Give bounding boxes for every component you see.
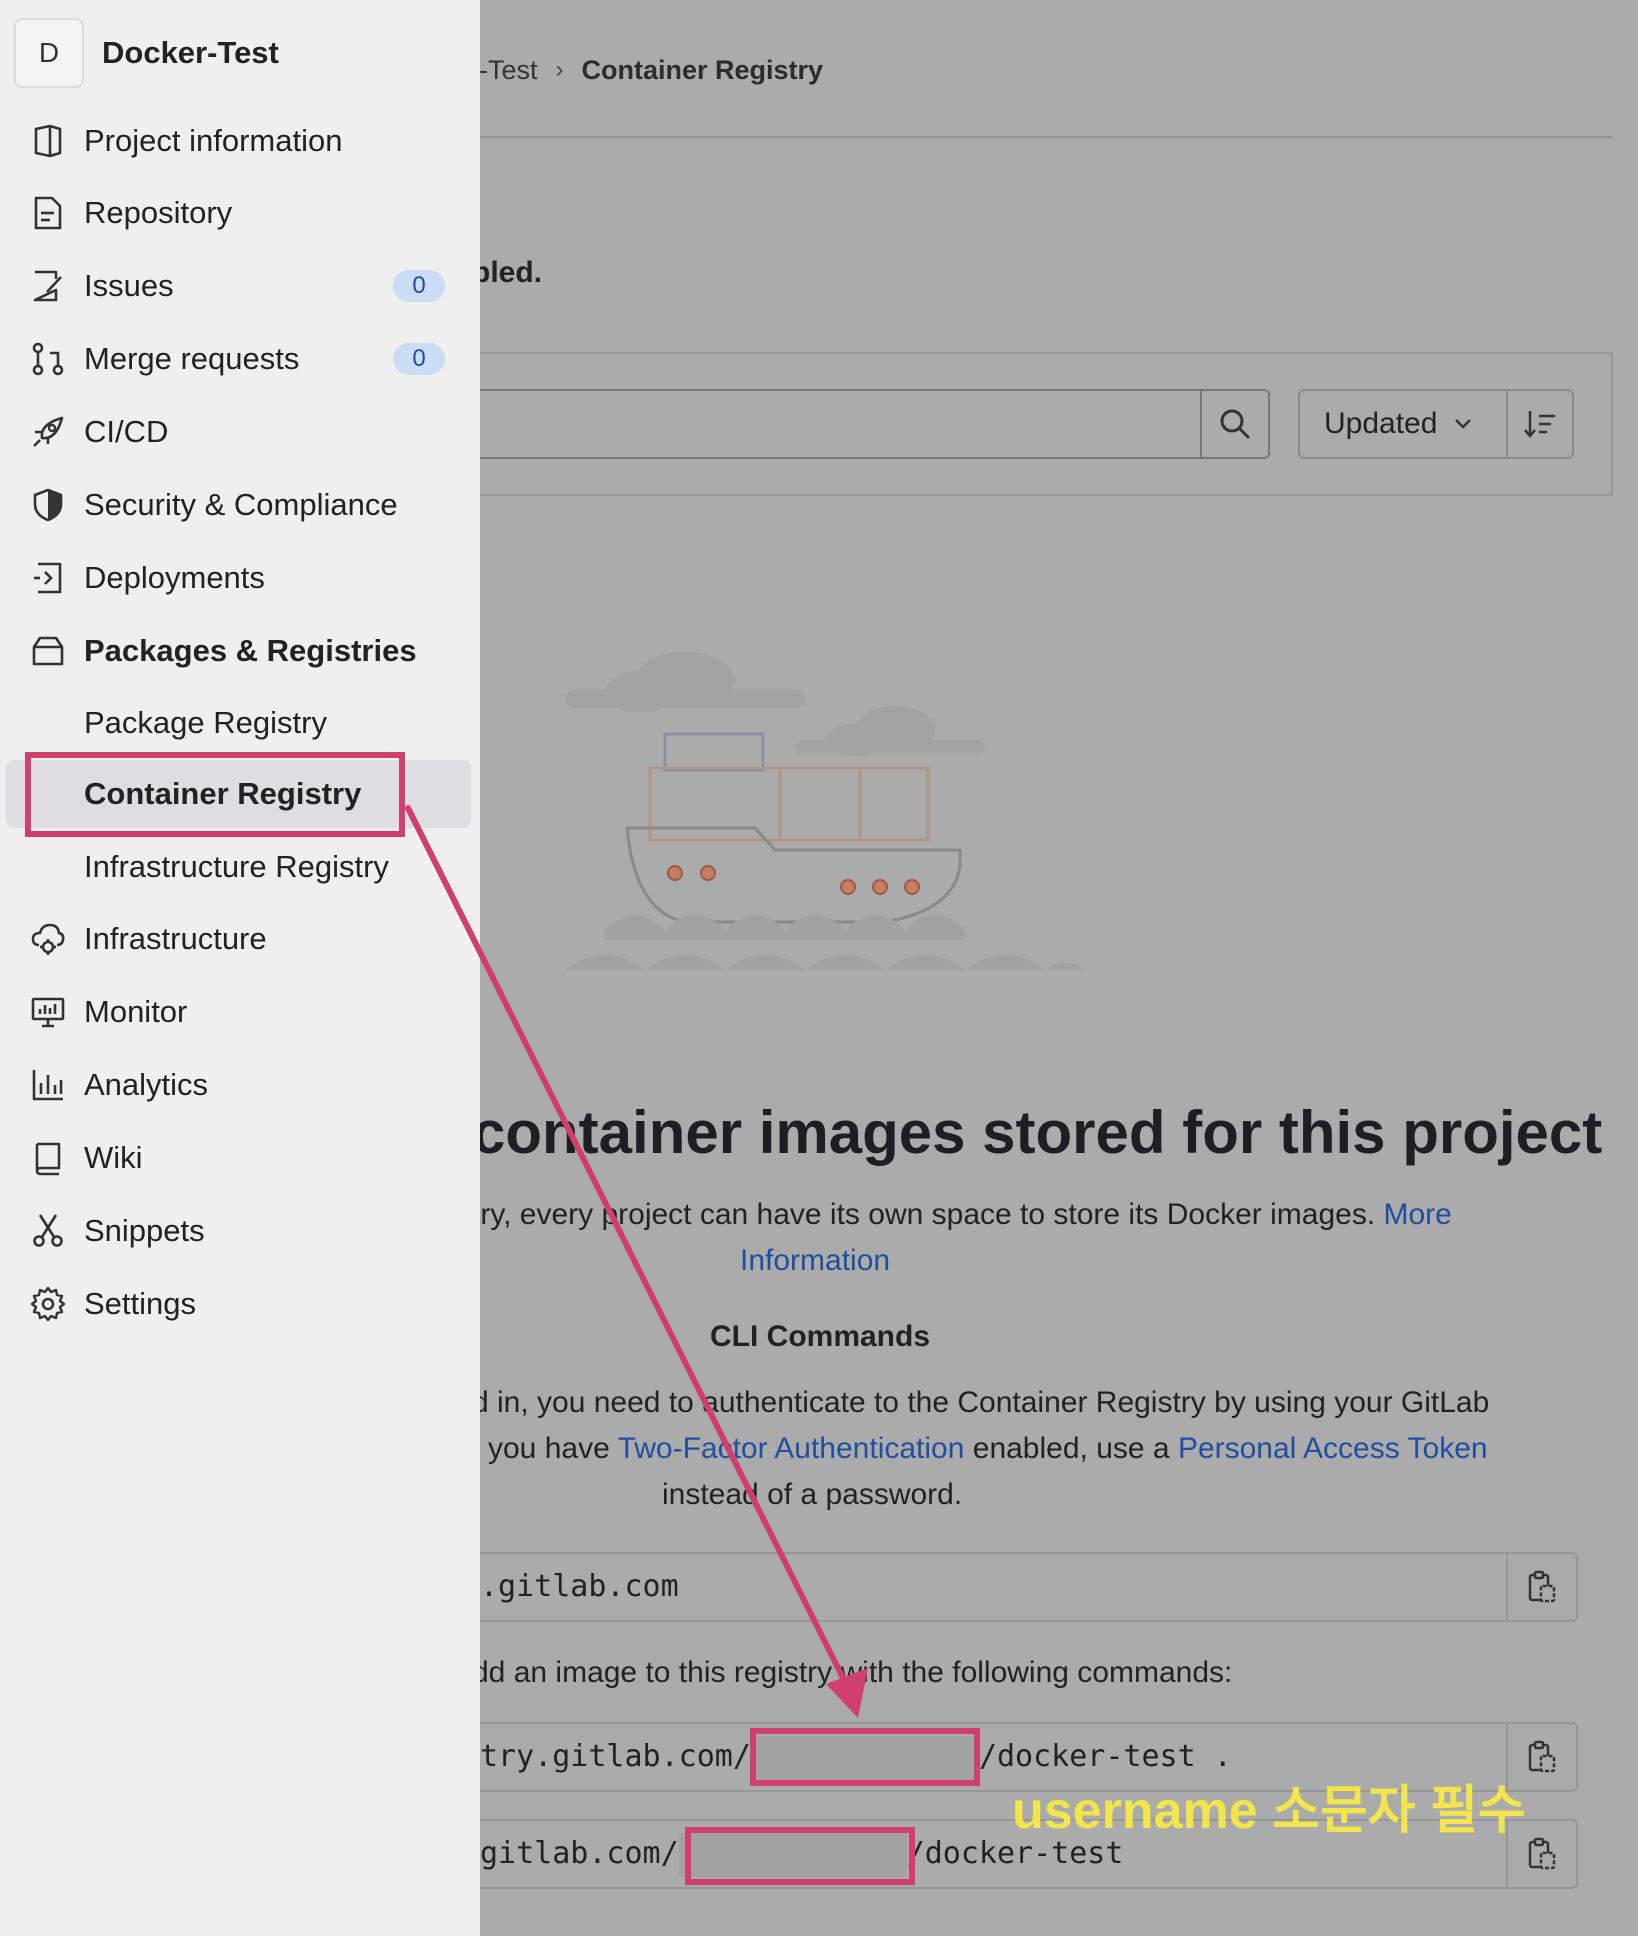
package-icon xyxy=(32,636,64,666)
more-information-link[interactable]: More xyxy=(1383,1198,1451,1231)
sidebar-item-package-registry[interactable]: Package Registry xyxy=(0,693,480,753)
search-icon xyxy=(1220,409,1250,439)
project-info-icon xyxy=(34,124,62,158)
auth-description-line2: you have Two-Factor Authentication enabl… xyxy=(488,1432,1488,1466)
cloud-gear-icon xyxy=(31,923,65,955)
login-command-field[interactable]: .gitlab.com xyxy=(480,1552,1578,1622)
merge-request-icon xyxy=(32,342,64,376)
sidebar-item-label: Package Registry xyxy=(84,705,327,740)
sidebar-item-infrastructure-registry[interactable]: Infrastructure Registry xyxy=(0,837,480,897)
chevron-down-icon xyxy=(1455,419,1472,429)
search-input[interactable] xyxy=(480,389,1202,459)
sidebar-item-label: Project information xyxy=(84,123,343,158)
description-text: try, every project can have its own spac… xyxy=(480,1198,1384,1231)
annotation-highlight-container-registry xyxy=(25,752,405,837)
sidebar-item-label: Analytics xyxy=(84,1067,209,1102)
login-command-text: .gitlab.com xyxy=(480,1569,679,1604)
sidebar-item-label: Wiki xyxy=(84,1140,143,1175)
sidebar-item-merge-requests[interactable]: Merge requests 0 xyxy=(0,329,480,389)
deployments-icon xyxy=(34,562,62,594)
sort-dropdown[interactable]: Updated xyxy=(1298,389,1508,459)
sidebar-item-label: Infrastructure xyxy=(84,921,267,956)
copy-login-command-button[interactable] xyxy=(1506,1552,1576,1622)
breadcrumb: r-Test › Container Registry xyxy=(480,50,823,90)
sidebar-item-label: Infrastructure Registry xyxy=(84,849,389,884)
copy-to-clipboard-icon xyxy=(1528,1837,1556,1870)
book-icon xyxy=(35,1142,61,1176)
sidebar-item-label: Deployments xyxy=(84,560,265,595)
breadcrumb-current: Container Registry xyxy=(581,54,824,85)
sidebar-item-snippets[interactable]: Snippets xyxy=(0,1201,480,1261)
sidebar-item-label: Snippets xyxy=(84,1213,205,1248)
auth-description-line1: d in, you need to authenticate to the Co… xyxy=(480,1386,1490,1419)
sidebar-item-label: Settings xyxy=(84,1286,197,1321)
merge-requests-count-badge: 0 xyxy=(393,343,445,375)
sidebar-item-settings[interactable]: Settings xyxy=(0,1274,480,1334)
auth-text-mid: enabled, use a xyxy=(964,1432,1178,1465)
registry-notice: bled. xyxy=(480,256,543,289)
scissors-icon xyxy=(33,1214,63,1247)
copy-to-clipboard-icon xyxy=(1528,1740,1556,1773)
auth-description-line3: instead of a password. xyxy=(662,1478,963,1511)
more-information-link-line2[interactable]: Information xyxy=(740,1244,890,1278)
sidebar-item-issues[interactable]: Issues 0 xyxy=(0,256,480,316)
rocket-icon xyxy=(33,416,64,447)
sidebar-item-label: Merge requests xyxy=(84,341,300,376)
sort-direction-button[interactable] xyxy=(1506,389,1574,459)
project-header[interactable]: D Docker-Test xyxy=(14,18,279,88)
cli-commands-title: CLI Commands xyxy=(710,1320,931,1353)
sort-lowest-icon xyxy=(1524,411,1555,438)
issues-icon xyxy=(33,270,62,302)
sidebar-item-label: Packages & Registries xyxy=(84,633,417,668)
main-content: r-Test › Container Registry bled. Update… xyxy=(480,0,1638,1936)
search-button[interactable] xyxy=(1200,389,1270,459)
breadcrumb-project-link[interactable]: r-Test xyxy=(480,55,538,86)
project-avatar: D xyxy=(14,18,84,88)
sidebar-item-label: Security & Compliance xyxy=(84,487,398,522)
header-divider xyxy=(480,136,1613,138)
sidebar-item-ci-cd[interactable]: CI/CD xyxy=(0,402,480,462)
sidebar-item-label: Monitor xyxy=(84,994,188,1029)
sidebar-item-analytics[interactable]: Analytics xyxy=(0,1055,480,1115)
push-description: dd an image to this registry with the fo… xyxy=(480,1656,1233,1689)
sidebar: D Docker-Test Project information Reposi… xyxy=(0,0,480,1936)
sidebar-item-label: Issues xyxy=(84,268,174,303)
document-icon xyxy=(34,196,62,230)
sidebar-item-label: Repository xyxy=(84,195,233,230)
personal-access-token-link[interactable]: Personal Access Token xyxy=(1178,1432,1488,1465)
issues-count-badge: 0 xyxy=(393,270,445,302)
sidebar-item-deployments[interactable]: Deployments xyxy=(0,548,480,608)
build-command-prefix: try.gitlab.com/ xyxy=(480,1739,751,1774)
sidebar-item-wiki[interactable]: Wiki xyxy=(0,1128,480,1188)
annotation-highlight-username-push xyxy=(685,1827,915,1885)
sidebar-item-packages-registries[interactable]: Packages & Registries xyxy=(0,621,480,681)
sidebar-item-label: CI/CD xyxy=(84,414,169,449)
chart-icon xyxy=(32,1070,63,1101)
sidebar-item-monitor[interactable]: Monitor xyxy=(0,982,480,1042)
sidebar-item-repository[interactable]: Repository xyxy=(0,183,480,243)
shield-icon xyxy=(33,488,63,522)
sidebar-item-infrastructure[interactable]: Infrastructure xyxy=(0,909,480,969)
empty-state-title: container images stored for this project xyxy=(480,1099,1603,1166)
annotation-label: username 소문자 필수 xyxy=(1012,1782,1526,1840)
monitor-icon xyxy=(31,997,65,1028)
container-ship-illustration xyxy=(565,652,1085,970)
sidebar-item-project-information[interactable]: Project information xyxy=(0,111,480,171)
push-command-prefix: gitlab.com/ xyxy=(480,1836,679,1871)
project-name: Docker-Test xyxy=(102,35,279,70)
sort-dropdown-label: Updated xyxy=(1324,407,1438,440)
sidebar-item-security-compliance[interactable]: Security & Compliance xyxy=(0,475,480,535)
auth-text-pre: you have xyxy=(488,1432,618,1465)
annotation-highlight-username-build xyxy=(750,1728,980,1786)
empty-state-description: try, every project can have its own spac… xyxy=(480,1198,1452,1232)
two-factor-auth-link[interactable]: Two-Factor Authentication xyxy=(618,1432,965,1465)
copy-to-clipboard-icon xyxy=(1528,1570,1556,1603)
chevron-right-icon: › xyxy=(555,56,564,83)
gear-icon xyxy=(30,1286,66,1322)
